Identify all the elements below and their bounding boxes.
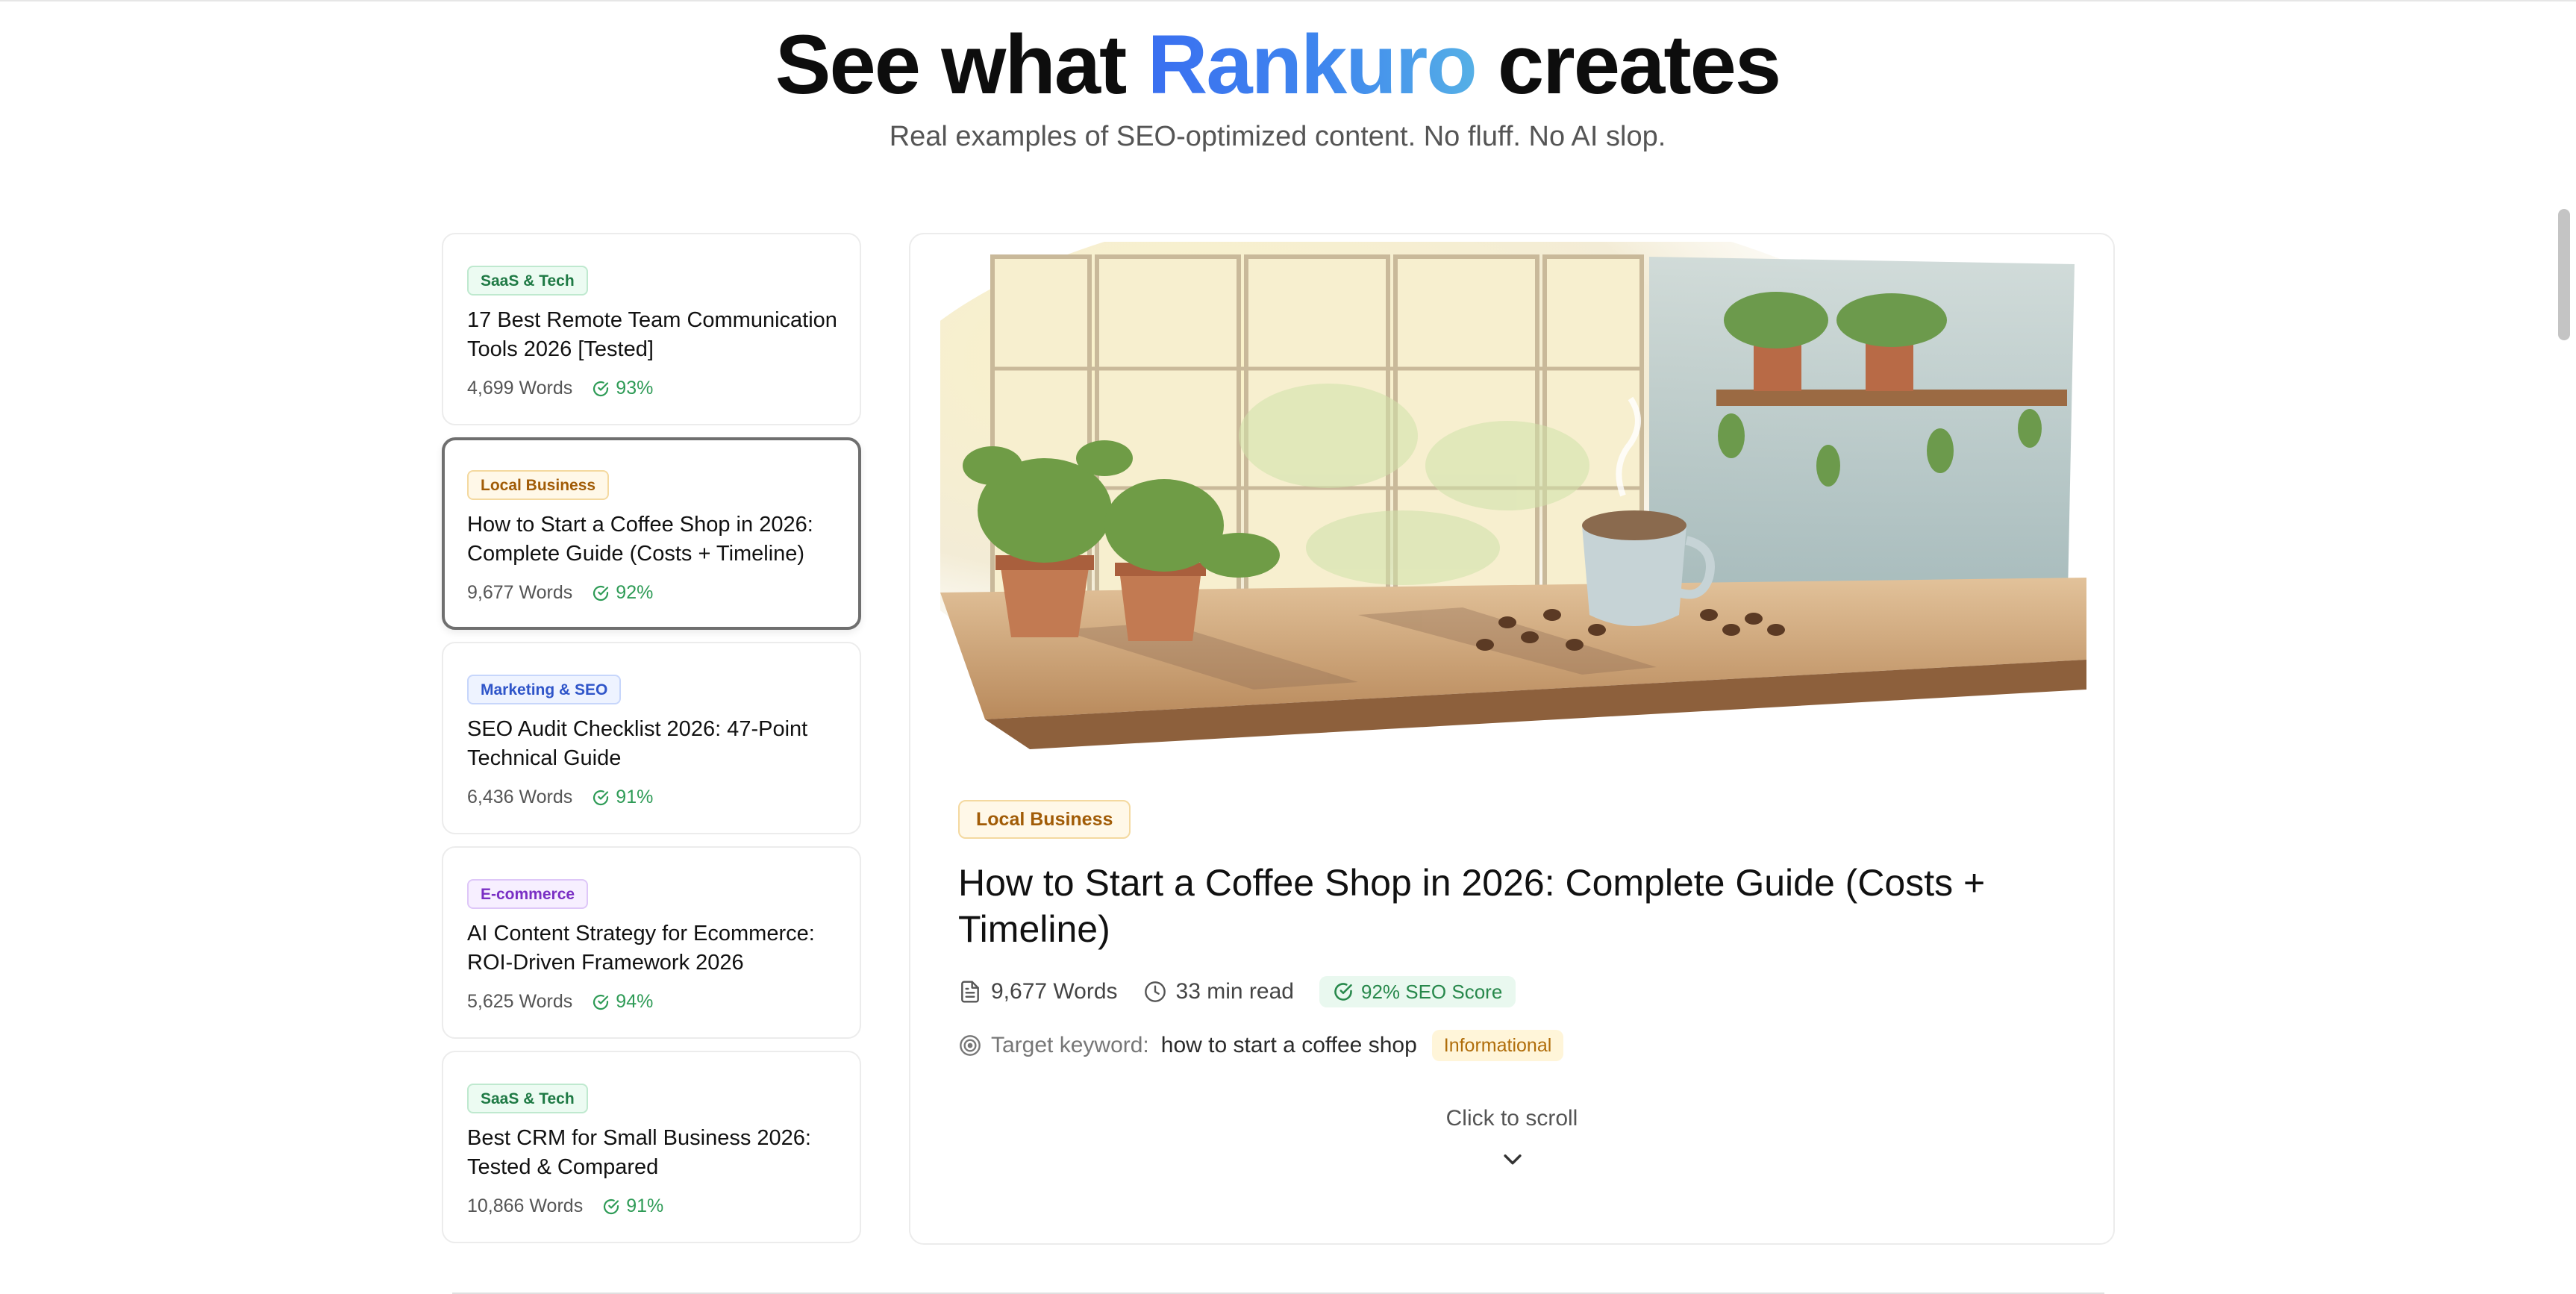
target-keyword-label: Target keyword: (991, 1033, 1149, 1057)
check-circle-icon (1334, 983, 1352, 1001)
hero-subtitle: Real examples of SEO-optimized content. … (889, 121, 1666, 152)
article-meta: 4,699 Words 93% (467, 378, 653, 399)
target-keyword-value: how to start a coffee shop (1160, 1033, 1417, 1057)
top-divider (0, 0, 2576, 1)
hero-title-pre: See what (775, 18, 1128, 111)
article-card[interactable]: E-commerce AI Content Strategy for Ecomm… (442, 846, 861, 1039)
seo-score: 94% (592, 991, 653, 1013)
preview-word-count-value: 9,677 Words (991, 979, 1118, 1004)
preview-word-count: 9,677 Words (958, 979, 1118, 1004)
article-title: 17 Best Remote Team Communication Tools … (467, 308, 837, 361)
category-tag: SaaS & Tech (467, 266, 588, 296)
category-tag: Marketing & SEO (467, 675, 622, 704)
article-meta: 6,436 Words 91% (467, 787, 653, 808)
seo-score-value: 93% (616, 378, 654, 398)
document-icon (961, 981, 979, 1003)
check-circle-icon (593, 790, 609, 805)
coffee-shop-illustration (940, 242, 2086, 749)
target-keyword-row: Target keyword: how to start a coffee sh… (958, 1030, 1564, 1061)
seo-score-value: 92% (616, 582, 654, 603)
target-icon (960, 1035, 981, 1056)
check-circle-icon (593, 585, 609, 601)
hero-title-post: creates (1497, 18, 1781, 111)
seo-score: 91% (592, 787, 653, 808)
seo-score: 93% (592, 378, 653, 399)
clock-icon (1144, 981, 1166, 1002)
seo-score-badge-text: 92% SEO Score (1360, 980, 1503, 1003)
check-circle-icon (604, 1198, 619, 1214)
check-circle-icon (593, 381, 609, 396)
article-title: SEO Audit Checklist 2026: 47-Point Techn… (467, 717, 808, 770)
article-card[interactable]: SaaS & Tech Best CRM for Small Business … (442, 1051, 861, 1243)
seo-score-badge: 92% SEO Score (1319, 976, 1516, 1007)
scroll-hint[interactable]: Click to scroll (910, 1106, 2113, 1131)
preview-title: How to Start a Coffee Shop in 2026: Comp… (958, 862, 1986, 950)
seo-score-value: 91% (616, 787, 654, 807)
article-title: AI Content Strategy for Ecommerce: ROI-D… (467, 922, 815, 975)
word-count: 10,866 Words (467, 1195, 584, 1216)
article-card[interactable]: SaaS & Tech 17 Best Remote Team Communic… (442, 233, 861, 425)
article-card-selected[interactable]: Local Business How to Start a Coffee Sho… (442, 437, 861, 630)
seo-score-value: 94% (616, 991, 654, 1012)
article-card[interactable]: Marketing & SEO SEO Audit Checklist 2026… (442, 642, 861, 834)
preview-category-tag: Local Business (958, 800, 1131, 839)
seo-score: 91% (602, 1195, 663, 1217)
preview-read-time: 33 min read (1143, 979, 1294, 1004)
page-scrollbar[interactable] (2558, 209, 2570, 340)
category-tag: Local Business (467, 470, 610, 500)
preview-read-time-value: 33 min read (1175, 979, 1294, 1004)
word-count: 9,677 Words (467, 582, 573, 603)
article-preview: Local Business How to Start a Coffee Sho… (909, 233, 2115, 1245)
article-meta: 5,625 Words 94% (467, 991, 653, 1013)
seo-score-value: 91% (626, 1195, 664, 1216)
preview-meta: 9,677 Words 33 min read 92% SEO Score (958, 976, 1516, 1007)
word-count: 4,699 Words (467, 378, 573, 398)
hero-title: See what Rankuro creates (0, 10, 2555, 119)
article-title: How to Start a Coffee Shop in 2026: Comp… (467, 513, 813, 566)
category-tag: E-commerce (467, 879, 589, 909)
check-circle-icon (593, 994, 609, 1010)
category-tag: SaaS & Tech (467, 1084, 588, 1113)
chevron-down-icon[interactable] (1500, 1146, 1525, 1172)
brand-name: Rankuro (1147, 18, 1477, 111)
word-count: 5,625 Words (467, 991, 573, 1012)
article-meta: 10,866 Words 91% (467, 1195, 663, 1217)
seo-score: 92% (592, 582, 653, 604)
article-meta: 9,677 Words 92% (467, 582, 653, 604)
search-intent-badge: Informational (1431, 1030, 1564, 1061)
word-count: 6,436 Words (467, 787, 573, 807)
article-title: Best CRM for Small Business 2026: Tested… (467, 1126, 811, 1179)
